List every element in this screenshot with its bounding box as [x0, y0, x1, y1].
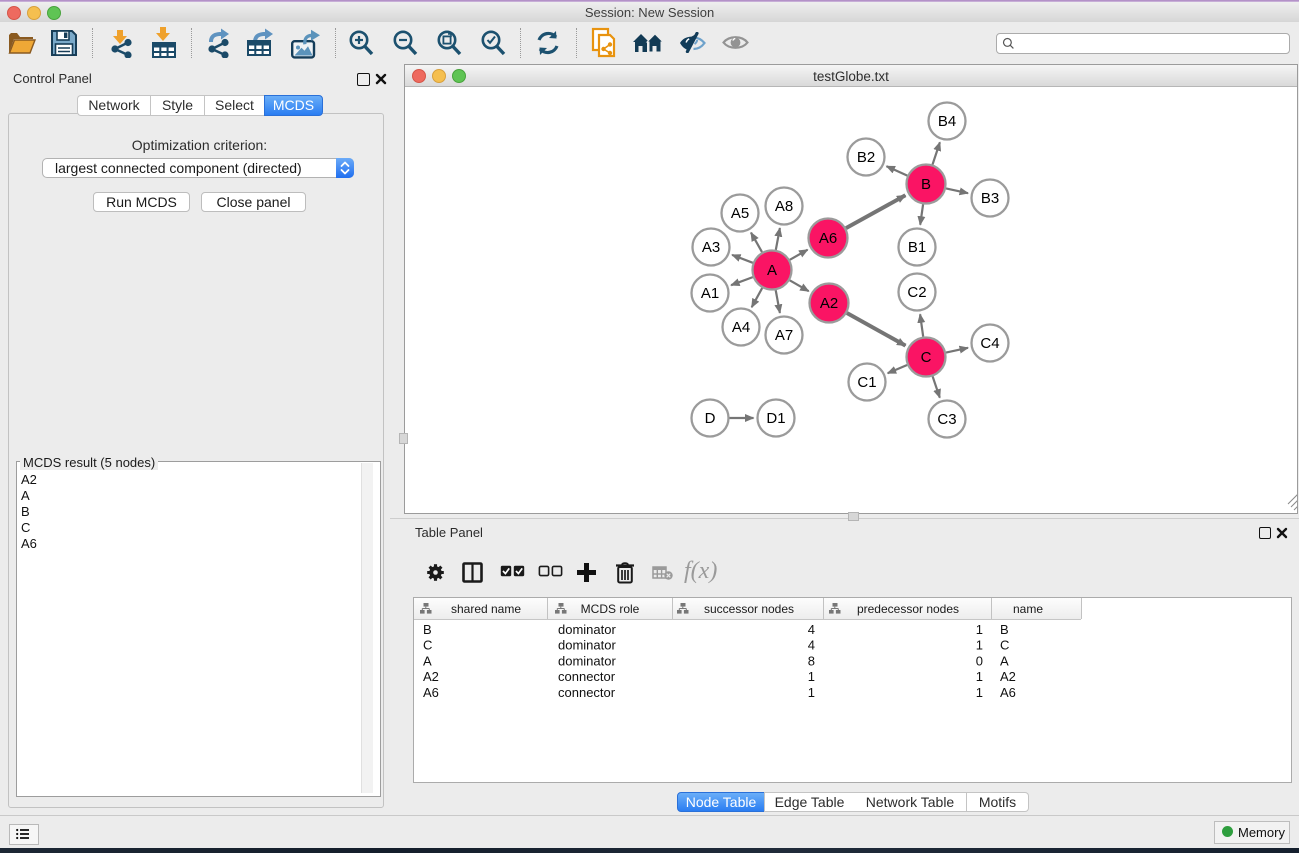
svg-text:predecessor nodes: predecessor nodes: [857, 602, 959, 616]
svg-text:dominator: dominator: [558, 638, 616, 653]
svg-text:A6: A6: [1000, 685, 1016, 700]
svg-text:A7: A7: [775, 327, 793, 344]
svg-text:A6: A6: [819, 230, 837, 247]
svg-text:B: B: [1000, 622, 1009, 637]
svg-text:dominator: dominator: [558, 653, 616, 668]
svg-text:A: A: [1000, 653, 1009, 668]
svg-text:D: D: [705, 410, 716, 427]
svg-text:C: C: [1000, 638, 1009, 653]
svg-text:B3: B3: [981, 190, 999, 207]
svg-text:C: C: [423, 638, 432, 653]
svg-text:A8: A8: [775, 198, 793, 215]
svg-text:A1: A1: [701, 285, 719, 302]
svg-text:C1: C1: [857, 374, 876, 391]
svg-text:MCDS role: MCDS role: [581, 602, 640, 616]
svg-text:B4: B4: [938, 113, 956, 130]
svg-text:A: A: [423, 653, 432, 668]
svg-text:B2: B2: [857, 149, 875, 166]
svg-text:A4: A4: [732, 319, 750, 336]
svg-text:shared name: shared name: [451, 602, 521, 616]
svg-text:A5: A5: [731, 205, 749, 222]
svg-text:C4: C4: [980, 335, 999, 352]
svg-text:name: name: [1013, 602, 1043, 616]
svg-text:connector: connector: [558, 669, 616, 684]
svg-text:C3: C3: [937, 411, 956, 428]
svg-text:successor nodes: successor nodes: [704, 602, 794, 616]
svg-text:connector: connector: [558, 685, 616, 700]
svg-text:B1: B1: [908, 239, 926, 256]
svg-text:1: 1: [976, 622, 983, 637]
svg-text:1: 1: [808, 669, 815, 684]
svg-text:1: 1: [976, 685, 983, 700]
svg-text:B: B: [423, 622, 432, 637]
svg-text:A2: A2: [820, 295, 838, 312]
svg-text:1: 1: [808, 685, 815, 700]
svg-text:1: 1: [976, 638, 983, 653]
svg-text:4: 4: [808, 638, 815, 653]
svg-text:8: 8: [808, 653, 815, 668]
svg-text:4: 4: [808, 622, 815, 637]
svg-text:B: B: [921, 176, 931, 193]
svg-text:0: 0: [976, 653, 983, 668]
svg-text:dominator: dominator: [558, 622, 616, 637]
svg-text:A2: A2: [423, 669, 439, 684]
svg-text:D1: D1: [766, 410, 785, 427]
svg-text:A: A: [767, 262, 777, 279]
svg-text:A6: A6: [423, 685, 439, 700]
svg-text:A3: A3: [702, 239, 720, 256]
svg-text:1: 1: [976, 669, 983, 684]
svg-text:A2: A2: [1000, 669, 1016, 684]
svg-text:C: C: [921, 349, 932, 366]
svg-text:C2: C2: [907, 284, 926, 301]
